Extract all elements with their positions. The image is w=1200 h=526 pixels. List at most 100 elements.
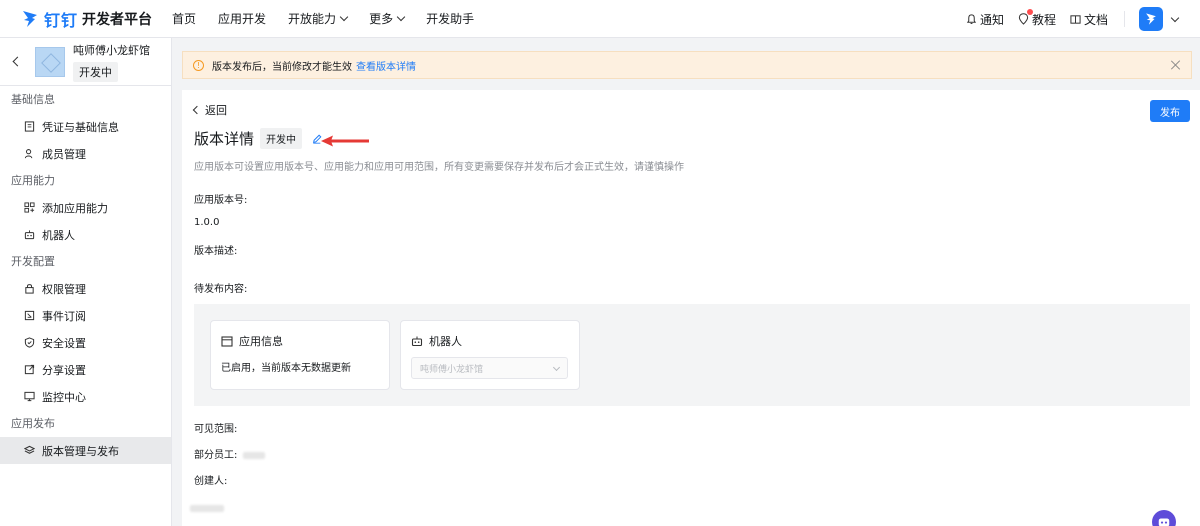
redacted-creator [190, 505, 224, 512]
member-icon [24, 149, 33, 159]
app-header: 吨师傅小龙虾馆 开发中 [0, 38, 171, 86]
page-description: 应用版本可设置应用版本号、应用能力和应用可用范围，所有变更需要保存并发布后才会正… [194, 162, 684, 173]
top-nav: 首页 应用开发 开放能力 更多 开发助手 [172, 10, 496, 27]
robot-icon [1158, 518, 1170, 526]
logo[interactable]: 钉钉 开发者平台 [20, 0, 152, 38]
visible-scope-label: 可见范围: [194, 424, 238, 435]
dingtalk-logo-icon [1146, 13, 1156, 25]
back-label: 返回 [205, 104, 227, 117]
close-icon[interactable] [1171, 60, 1181, 70]
warning-icon: ! [193, 59, 204, 71]
divider [1124, 11, 1125, 27]
sidebar-item-label: 成员管理 [42, 147, 86, 161]
window-icon [221, 335, 233, 347]
sidebar-item-label: 分享设置 [42, 363, 86, 377]
version-detail-card: 返回 发布 版本详情 开发中 应用版本可设置应用版本号、应用能力和应用可用范围，… [182, 90, 1200, 526]
tutorial-label: 教程 [1031, 12, 1056, 27]
pending-content-label: 待发布内容: [194, 284, 248, 295]
app-info-card[interactable]: 应用信息 已启用，当前版本无数据更新 [210, 320, 390, 390]
chevron-down-icon [396, 12, 406, 22]
redacted-text [242, 451, 265, 459]
pending-content-area: 应用信息 已启用，当前版本无数据更新 机器人 吨师傅小龙虾馆 [194, 304, 1190, 406]
sidebar-item-permissions[interactable]: 权限管理 [0, 275, 171, 302]
app-avatar [35, 46, 65, 77]
nav-home-label: 首页 [172, 12, 197, 26]
lock-icon [25, 284, 34, 294]
sidebar-item-robot[interactable]: 机器人 [0, 221, 171, 248]
back-button[interactable]: 返回 [192, 102, 227, 118]
grid-add-icon [24, 202, 35, 213]
location-pin-icon [1018, 13, 1029, 25]
version-number-label: 应用版本号: [194, 195, 248, 206]
publish-button[interactable]: 发布 [1150, 100, 1190, 122]
robot-card: 机器人 吨师傅小龙虾馆 [400, 320, 580, 390]
logo-subtitle: 开发者平台 [82, 11, 153, 28]
chevron-left-icon [192, 105, 202, 115]
sidebar-item-version-release[interactable]: 版本管理与发布 [0, 437, 171, 464]
section-title: 应用能力 [11, 174, 55, 187]
top-bar: 钉钉 开发者平台 首页 应用开发 开放能力 更多 开发助手 通知 教程 文档 [0, 0, 1200, 38]
nav-dev-assistant-label: 开发助手 [426, 12, 475, 26]
version-description-label: 版本描述: [194, 246, 238, 257]
credential-icon [24, 121, 35, 132]
docs-label: 文档 [1083, 12, 1108, 27]
banner-text: 版本发布后，当前修改才能生效 [212, 61, 352, 73]
robot-icon [24, 230, 35, 240]
version-number-value: 1.0.0 [194, 217, 220, 228]
bell-icon [966, 13, 977, 24]
sidebar-item-label: 机器人 [42, 228, 75, 242]
robot-card-header: 机器人 [411, 333, 462, 349]
page-title: 版本详情 [194, 130, 255, 148]
app-info: 吨师傅小龙虾馆 开发中 [73, 42, 150, 82]
nav-open-capability[interactable]: 开放能力 [288, 10, 349, 27]
nav-dev-assistant[interactable]: 开发助手 [426, 10, 474, 27]
sidebar-item-credentials[interactable]: 凭证与基础信息 [0, 113, 171, 140]
nav-app-dev[interactable]: 应用开发 [218, 10, 266, 27]
notification-dot [1026, 8, 1033, 15]
book-icon [1070, 14, 1081, 24]
sidebar-item-monitor[interactable]: 监控中心 [0, 383, 171, 410]
creator-label: 创建人: [194, 476, 228, 487]
nav-more[interactable]: 更多 [369, 10, 406, 27]
section-title: 开发配置 [11, 255, 55, 268]
sidebar-item-events[interactable]: 事件订阅 [0, 302, 171, 329]
dingtalk-logo-icon [23, 10, 37, 27]
share-icon [24, 364, 35, 375]
docs-button[interactable]: 文档 [1070, 11, 1108, 28]
robot-icon [411, 336, 423, 347]
notify-button[interactable]: 通知 [966, 11, 1004, 28]
partial-staff-label: 部分员工: [194, 450, 238, 461]
monitor-icon [24, 391, 35, 402]
chevron-down-icon [552, 363, 561, 372]
robot-select-value: 吨师傅小龙虾馆 [420, 364, 484, 375]
nav-app-dev-label: 应用开发 [218, 12, 267, 26]
sidebar-item-label: 监控中心 [42, 390, 86, 404]
view-version-link[interactable]: 查看版本详情 [356, 58, 416, 73]
sidebar-item-label: 版本管理与发布 [42, 444, 119, 458]
info-banner: ! 版本发布后，当前修改才能生效 查看版本详情 [182, 51, 1192, 79]
partial-staff-row: 部分员工: [194, 446, 265, 461]
nav-home[interactable]: 首页 [172, 10, 196, 27]
app-name: 吨师傅小龙虾馆 [73, 43, 150, 57]
back-arrow-icon[interactable] [12, 56, 23, 67]
page-title-row: 版本详情 开发中 [194, 128, 322, 149]
event-icon [24, 310, 35, 321]
sidebar-item-share[interactable]: 分享设置 [0, 356, 171, 383]
top-right-actions: 通知 教程 文档 [966, 0, 1200, 38]
user-menu[interactable] [1139, 7, 1180, 31]
sidebar-item-members[interactable]: 成员管理 [0, 140, 171, 167]
app-info-card-header: 应用信息 [221, 333, 283, 349]
sidebar-item-security[interactable]: 安全设置 [0, 329, 171, 356]
app-status-badge: 开发中 [73, 61, 118, 82]
shield-icon [24, 337, 35, 348]
nav-open-capability-label: 开放能力 [288, 12, 337, 26]
sidebar-item-add-capability[interactable]: 添加应用能力 [0, 194, 171, 221]
robot-select[interactable]: 吨师傅小龙虾馆 [411, 357, 568, 379]
app-info-card-text: 已启用，当前版本无数据更新 [221, 363, 351, 374]
annotation-arrow-icon [321, 135, 369, 147]
avatar [1139, 7, 1163, 31]
section-title: 基础信息 [11, 93, 55, 106]
chevron-down-icon [1170, 13, 1180, 22]
tutorial-button[interactable]: 教程 [1018, 8, 1056, 28]
sidebar-item-label: 安全设置 [42, 336, 86, 350]
